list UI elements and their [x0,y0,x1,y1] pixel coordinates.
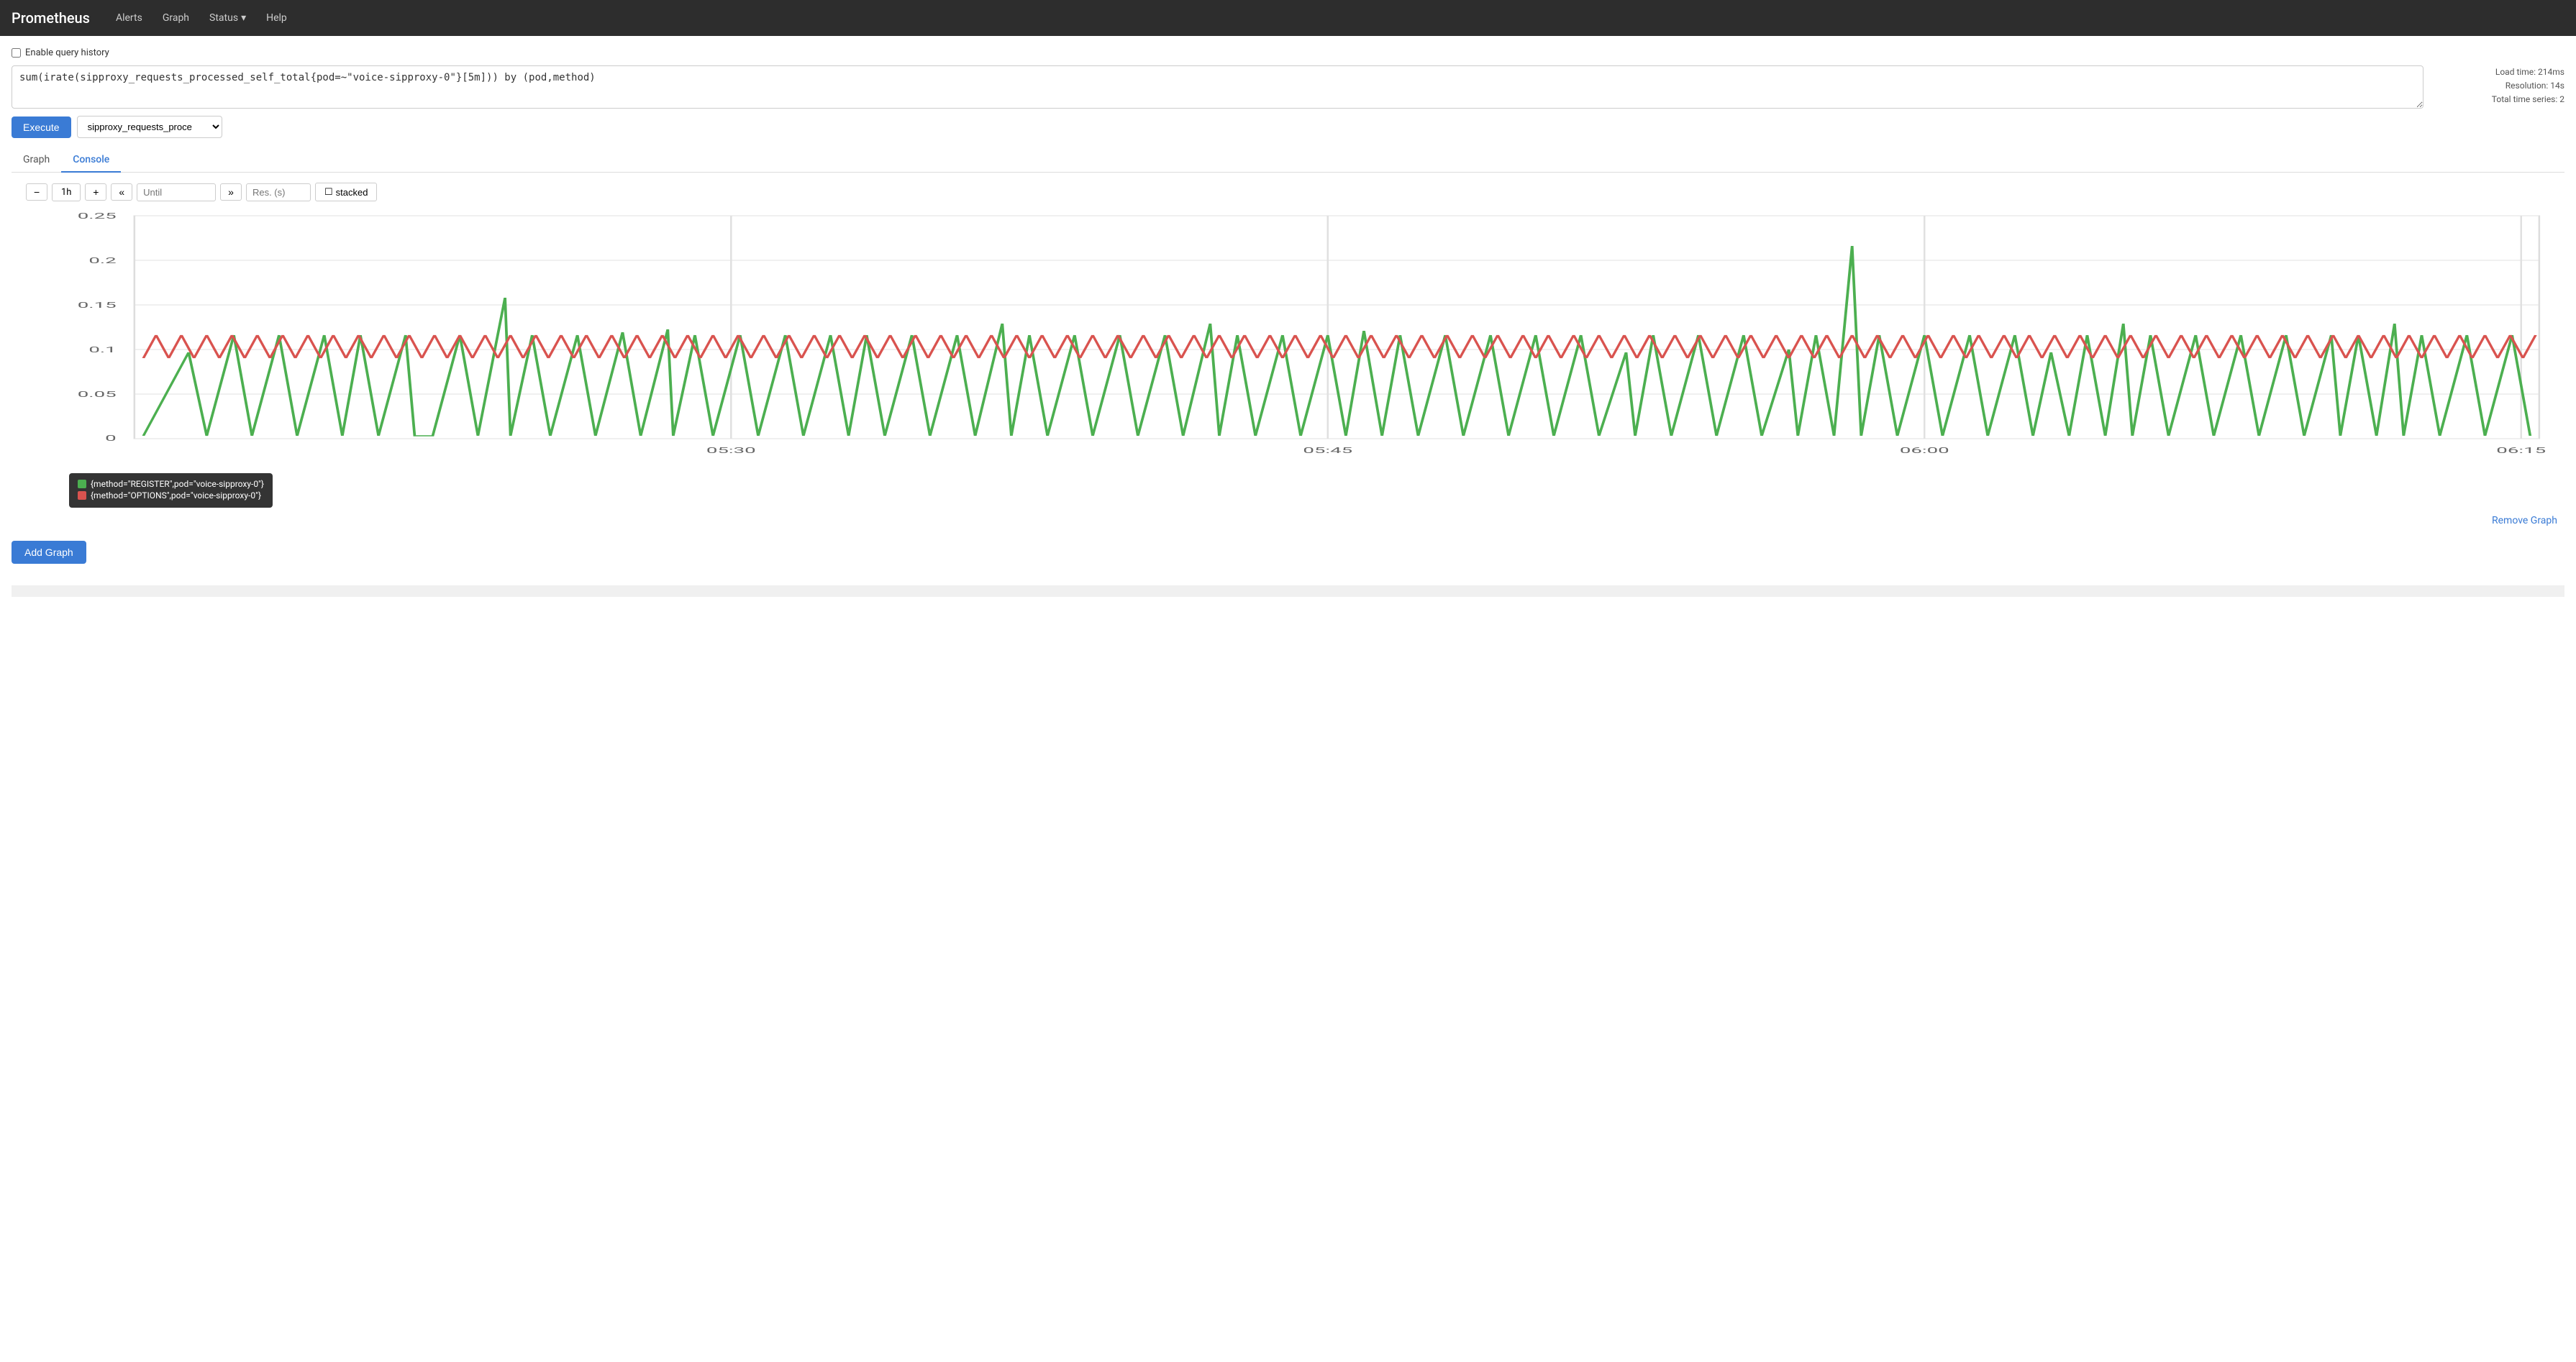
legend-item-register[interactable]: {method="REGISTER",pod="voice-sipproxy-0… [78,479,264,489]
query-meta: Load time: 214ms Resolution: 14s Total t… [2435,65,2564,107]
time-plus-button[interactable]: + [85,183,106,201]
graph-controls: − 1h + « » ☐ stacked [12,183,2564,201]
query-history-row: Enable query history [12,47,2564,58]
tab-console[interactable]: Console [61,148,121,173]
navbar: Prometheus Alerts Graph Status ▾ Help [0,0,2576,36]
scrollbar-area[interactable] [12,585,2564,597]
nav-links: Alerts Graph Status ▾ Help [107,8,296,28]
legend-label-options: {method="OPTIONS",pod="voice-sipproxy-0"… [91,490,261,501]
res-input[interactable] [246,183,311,201]
graph-svg-container: 0.25 0.2 0.15 0.1 0.05 0 05:30 05:45 06:… [26,209,2557,470]
remove-graph-link[interactable]: Remove Graph [2492,515,2557,526]
graph-wrapper: 0.25 0.2 0.15 0.1 0.05 0 05:30 05:45 06:… [12,209,2564,508]
svg-text:06:15: 06:15 [2496,446,2546,455]
time-range-display: 1h [52,183,81,201]
svg-text:0.05: 0.05 [78,390,117,399]
svg-text:0.15: 0.15 [78,301,117,310]
svg-text:0: 0 [105,434,117,443]
query-container: sum(irate(sipproxy_requests_processed_se… [12,65,2564,109]
stacked-label: stacked [336,187,368,198]
svg-text:05:30: 05:30 [706,446,756,455]
svg-text:05:45: 05:45 [1303,446,1352,455]
enable-history-checkbox[interactable] [12,48,21,58]
graph-legend: {method="REGISTER",pod="voice-sipproxy-0… [69,473,273,508]
time-back-button[interactable]: « [111,183,132,201]
load-time: Load time: 214ms [2435,65,2564,79]
dropdown-caret-icon: ▾ [241,12,246,24]
execute-row: Execute sipproxy_requests_proce [12,116,2564,138]
nav-graph[interactable]: Graph [154,8,198,28]
time-forward-button[interactable]: » [220,183,242,201]
resolution: Resolution: 14s [2435,79,2564,93]
time-minus-button[interactable]: − [26,183,47,201]
svg-text:06:00: 06:00 [1900,446,1949,455]
brand-logo: Prometheus [12,9,90,27]
tabs-row: Graph Console [12,148,2564,173]
total-series: Total time series: 2 [2435,93,2564,106]
nav-alerts[interactable]: Alerts [107,8,151,28]
legend-color-options [78,491,86,500]
until-input[interactable] [137,183,216,201]
query-textarea[interactable]: sum(irate(sipproxy_requests_processed_se… [12,65,2423,109]
main-content: Enable query history sum(irate(sipproxy_… [0,36,2576,608]
legend-color-register [78,480,86,488]
execute-button[interactable]: Execute [12,116,71,138]
stacked-checkbox-icon: ☐ [324,186,333,198]
metric-select[interactable]: sipproxy_requests_proce [77,116,222,138]
tab-graph[interactable]: Graph [12,148,61,173]
nav-status-dropdown[interactable]: Status ▾ [201,8,255,28]
nav-help[interactable]: Help [258,8,296,28]
nav-status-label: Status [209,12,238,24]
graph-svg: 0.25 0.2 0.15 0.1 0.05 0 05:30 05:45 06:… [26,209,2557,467]
svg-text:0.1: 0.1 [88,345,116,355]
svg-text:0.2: 0.2 [88,256,117,265]
svg-text:0.25: 0.25 [78,211,117,221]
stacked-button[interactable]: ☐ stacked [315,183,377,201]
legend-label-register: {method="REGISTER",pod="voice-sipproxy-0… [91,479,264,489]
legend-item-options[interactable]: {method="OPTIONS",pod="voice-sipproxy-0"… [78,490,264,501]
remove-graph-row: Remove Graph [12,508,2564,534]
enable-history-label: Enable query history [25,47,109,58]
add-graph-button[interactable]: Add Graph [12,541,86,564]
add-graph-row: Add Graph [12,534,2564,578]
